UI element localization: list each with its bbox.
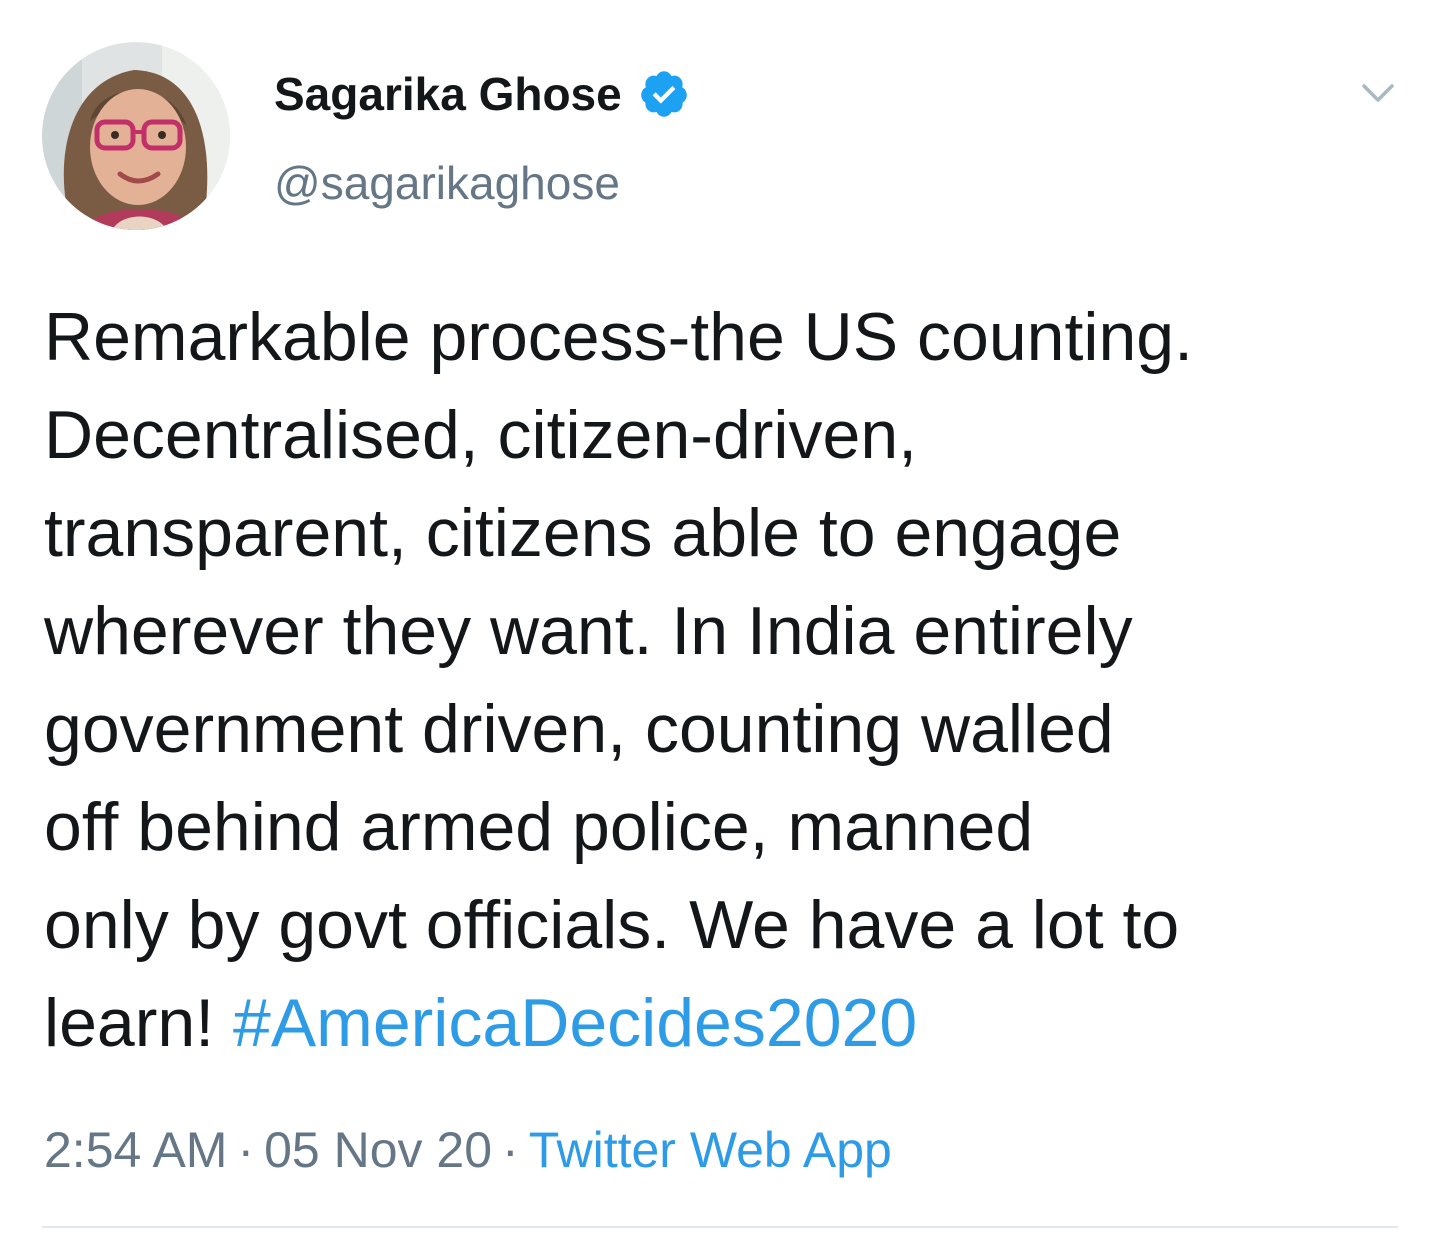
divider — [42, 1226, 1398, 1228]
chevron-down-icon[interactable] — [1360, 78, 1396, 108]
tweet-text-line: government driven, counting walled — [44, 691, 1114, 767]
tweet-source-link[interactable]: Twitter Web App — [529, 1122, 892, 1178]
tweet-text-line: Remarkable process-the US counting. — [44, 299, 1193, 375]
meta-separator: · — [502, 1122, 519, 1178]
avatar[interactable] — [42, 42, 230, 230]
tweet-text-line: Decentralised, citizen-driven, — [44, 397, 918, 473]
profile-photo — [42, 42, 230, 230]
verified-badge-icon — [638, 68, 690, 120]
tweet-time[interactable]: 2:54 AM — [44, 1122, 227, 1178]
tweet-text-segment: learn! — [44, 985, 233, 1061]
author-handle[interactable]: @sagarikaghose — [274, 156, 620, 210]
display-name[interactable]: Sagarika Ghose — [274, 67, 622, 121]
tweet-text-last-line: learn! #AmericaDecides2020 — [44, 974, 1414, 1072]
tweet-text-line: only by govt officials. We have a lot to — [44, 887, 1180, 963]
author-name-row: Sagarika Ghose — [274, 64, 690, 124]
tweet-text: Remarkable process-the US counting. Dece… — [44, 288, 1414, 1072]
tweet-date[interactable]: 05 Nov 20 — [264, 1122, 492, 1178]
tweet-meta: 2:54 AM · 05 Nov 20 · Twitter Web App — [44, 1118, 892, 1182]
meta-separator: · — [237, 1122, 255, 1178]
tweet-text-line: transparent, citizens able to engage — [44, 495, 1122, 571]
hashtag-link[interactable]: #AmericaDecides2020 — [233, 985, 917, 1061]
tweet-text-line: wherever they want. In India entirely — [44, 593, 1133, 669]
tweet-text-line: off behind armed police, manned — [44, 789, 1034, 865]
